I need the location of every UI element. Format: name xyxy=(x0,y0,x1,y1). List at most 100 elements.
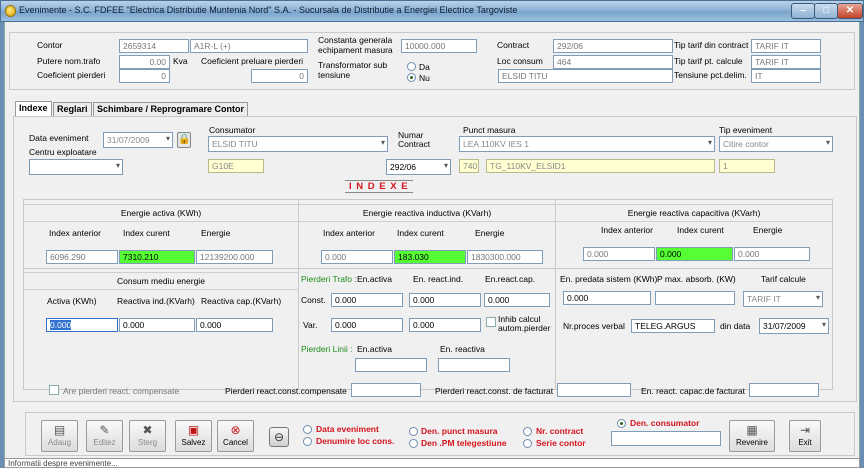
capacitiva-title: Energie reactiva capacitiva (KVarh) xyxy=(555,204,833,222)
loc-consum-label: Loc consum xyxy=(497,56,543,66)
contor-type-field[interactable]: A1R-L (+) xyxy=(190,39,308,53)
pierderi-const-activa[interactable]: 0.000 xyxy=(331,293,403,307)
tip-tarif-calcule-field[interactable]: TARIF IT xyxy=(751,55,821,69)
pmax-col-label: P max. absorb. (KW) xyxy=(657,274,736,284)
contor-field[interactable]: 2659314 xyxy=(119,39,189,53)
capacitiva-anterior-field[interactable]: 0.000 xyxy=(583,247,655,261)
inductiva-anterior-field[interactable]: 0.000 xyxy=(321,250,393,264)
tip-tarif-calcule-label: Tip tarif pt. calcule xyxy=(674,56,743,66)
compensate-checkbox[interactable] xyxy=(49,385,59,395)
consum-cap-field[interactable]: 0.000 xyxy=(196,318,273,332)
inductiva-col-curent: Index curent xyxy=(397,228,444,238)
lock-icon[interactable]: 🔒 xyxy=(177,132,191,148)
sterg-button[interactable]: ✖ Sterg xyxy=(129,420,166,452)
pierderi-const-label: Const. xyxy=(301,295,326,305)
maximize-button[interactable]: □ xyxy=(814,3,838,19)
adaug-label: Adaug xyxy=(47,438,72,447)
edit-icon: ✎ xyxy=(99,423,110,437)
linii-activa-field[interactable] xyxy=(355,358,427,372)
sort-den-pm-radio[interactable] xyxy=(409,439,418,448)
capacitiva-curent-field[interactable]: 0.000 xyxy=(656,247,733,261)
numar-contract-dropdown[interactable]: 292/06 ▾ xyxy=(386,159,451,175)
din-data-picker[interactable]: 31/07/2009 ▾ xyxy=(759,318,829,334)
search-consumator-input[interactable] xyxy=(611,431,721,446)
sort-denumire-loc-radio[interactable] xyxy=(303,437,312,446)
status-bar: Informatii despre evenimente... xyxy=(4,458,860,468)
tip-tarif-contract-field[interactable]: TARIF IT xyxy=(751,39,821,53)
salvez-button[interactable]: ▣ Salvez xyxy=(175,420,212,452)
editez-button[interactable]: ✎ Editez xyxy=(86,420,123,452)
consum-ind-field[interactable]: 0.000 xyxy=(119,318,195,332)
tab-indexe[interactable]: Indexe xyxy=(15,101,52,117)
sort-nr-contract-radio[interactable] xyxy=(523,427,532,436)
sort-data-eveniment-radio[interactable] xyxy=(303,425,312,434)
pmax-field[interactable] xyxy=(655,291,735,305)
centru-dropdown[interactable]: ▾ xyxy=(29,159,123,175)
inductiva-energie-field[interactable]: 1830300.000 xyxy=(467,250,543,264)
compensate-label: Are pierderi react. compensate xyxy=(63,386,180,396)
consum-activa-field[interactable]: 0.000 xyxy=(46,318,118,332)
const-facturat-field[interactable] xyxy=(557,383,631,397)
punct-name-field[interactable]: TG_110KV_ELSID1 xyxy=(486,159,715,173)
data-eveniment-picker[interactable]: 31/07/2009 ▾ xyxy=(103,132,173,148)
constanta-label-2: echipament masura xyxy=(318,45,393,55)
sort-serie-contor-radio[interactable] xyxy=(523,439,532,448)
sort-den-punct-radio[interactable] xyxy=(409,427,418,436)
save-icon: ▣ xyxy=(187,423,200,437)
trafo-nu-radio[interactable] xyxy=(407,73,416,82)
coef-preluare-field[interactable]: 0 xyxy=(251,69,308,83)
pierderi-const-ind[interactable]: 0.000 xyxy=(409,293,481,307)
pierderi-var-activa[interactable]: 0.000 xyxy=(331,318,403,332)
cancel-button[interactable]: ⊗ Cancel xyxy=(217,420,254,452)
tensiune-field[interactable]: IT xyxy=(751,69,821,83)
const-compensate-field[interactable] xyxy=(351,383,421,397)
putere-label: Putere nom.trafo xyxy=(37,56,101,66)
trafo-da-radio[interactable] xyxy=(407,62,416,71)
cancel-icon: ⊗ xyxy=(230,423,241,437)
pierderi-var-ind[interactable]: 0.000 xyxy=(409,318,481,332)
capacitiva-energie-field[interactable]: 0.000 xyxy=(734,247,810,261)
inductiva-curent-field[interactable]: 183.030 xyxy=(394,250,466,264)
consumator-dropdown[interactable]: ELSID TITU ▾ xyxy=(208,136,388,152)
salvez-label: Salvez xyxy=(181,438,206,447)
punct-code-field[interactable]: 740 xyxy=(459,159,479,173)
activa-curent-field[interactable]: 7310.210 xyxy=(119,250,195,264)
linii-reactiva-field[interactable] xyxy=(438,358,510,372)
minimize-button[interactable]: – xyxy=(791,3,815,19)
add-icon: ▤ xyxy=(53,423,66,437)
chevron-down-icon: ▾ xyxy=(707,138,712,147)
tip-eveniment-dropdown[interactable]: Citire contor ▾ xyxy=(719,136,833,152)
coef-pierderi-field[interactable]: 0 xyxy=(119,69,170,83)
coef-preluare-label: Coeficient preluare pierderi xyxy=(201,56,304,66)
putere-field[interactable]: 0.00 xyxy=(119,55,170,69)
tab-schimbare-contor[interactable]: Schimbare / Reprogramare Contor xyxy=(93,102,249,116)
predata-field[interactable]: 0.000 xyxy=(563,291,651,305)
proces-verbal-field[interactable]: TELEG.ARGUS xyxy=(631,319,715,333)
loc-consum-field[interactable]: 464 xyxy=(553,55,673,69)
punct-masura-dropdown[interactable]: LEA 110KV IES 1 ▾ xyxy=(459,136,715,152)
consumator-code-field[interactable]: G10E xyxy=(208,159,264,173)
inhib-calcul-checkbox[interactable] xyxy=(486,317,496,327)
tip-eveniment-code-field[interactable]: 1 xyxy=(719,159,775,173)
contract-field[interactable]: 292/06 xyxy=(553,39,673,53)
activa-energie-field[interactable]: 12139200.000 xyxy=(196,250,273,264)
loc-consum-name-field[interactable]: ELSID TITU xyxy=(498,69,673,83)
minus-circle-icon[interactable]: ⊖ xyxy=(269,427,289,447)
tarif-calcule-dropdown[interactable]: TARIF IT ▾ xyxy=(743,291,823,307)
capac-facturat-field[interactable] xyxy=(749,383,819,397)
activa-anterior-field[interactable]: 6096.290 xyxy=(46,250,118,264)
tab-reglari[interactable]: Reglari xyxy=(53,102,92,116)
close-button[interactable]: ✕ xyxy=(837,3,863,19)
adaug-button[interactable]: ▤ Adaug xyxy=(41,420,78,452)
tip-tarif-contract-label: Tip tarif din contract xyxy=(674,40,749,50)
revenire-label: Revenire xyxy=(735,438,768,447)
constanta-field[interactable]: 10000.000 xyxy=(401,39,477,53)
pierderi-const-cap[interactable]: 0.000 xyxy=(484,293,550,307)
exit-label: Exit xyxy=(798,438,812,447)
exit-button[interactable]: ⇥ Exit xyxy=(789,420,821,452)
revenire-button[interactable]: ▦ Revenire xyxy=(729,420,775,452)
sort-den-consumator-radio[interactable] xyxy=(617,419,626,428)
window-title: Evenimente - S.C. FDFEE "Electrica Distr… xyxy=(19,5,518,15)
pierderi-var-label: Var. xyxy=(303,320,318,330)
linii-col-activa: En.activa xyxy=(357,344,392,354)
